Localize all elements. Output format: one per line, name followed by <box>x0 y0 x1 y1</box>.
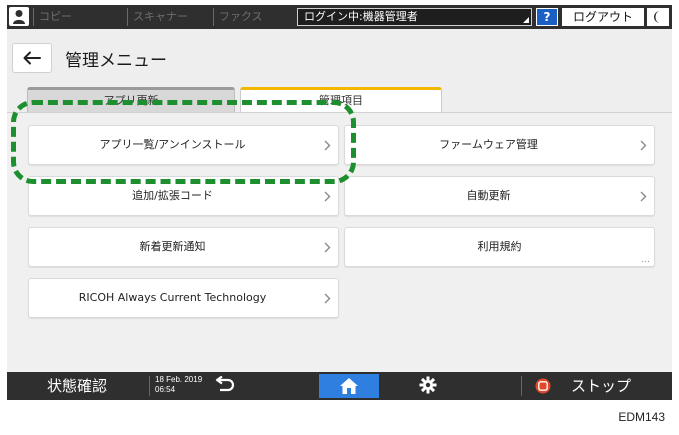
menu-content: アプリ一覧/アンインストール ファームウェア管理 追加/拡張コード 自動更新 新… <box>7 112 672 372</box>
reset-button[interactable] <box>214 375 244 396</box>
menu-item-label: RICOH Always Current Technology <box>78 291 267 304</box>
chevron-right-icon <box>640 140 647 151</box>
date-time: 18 Feb. 2019 06:54 <box>155 375 202 395</box>
settings-button[interactable] <box>419 376 443 396</box>
tab-management-items[interactable]: 管理項目 <box>240 87 442 113</box>
divider <box>521 376 522 396</box>
fax-function-tab[interactable]: ファクス <box>213 8 293 26</box>
chevron-right-icon <box>324 191 331 202</box>
menu-item-label: アプリ一覧/アンインストール <box>99 138 246 151</box>
menu-item-label: 新着更新通知 <box>139 240 206 253</box>
chevron-right-icon <box>324 242 331 253</box>
stop-button[interactable]: ストップ <box>529 374 669 398</box>
energy-saver-button[interactable] <box>647 8 669 26</box>
tab-app-update[interactable]: アプリ更新 <box>27 87 235 113</box>
corner-triangle-icon <box>523 17 529 23</box>
ricoh-act-item[interactable]: RICOH Always Current Technology <box>28 278 339 318</box>
page-title: 管理メニュー <box>65 51 167 71</box>
chevron-right-icon <box>640 191 647 202</box>
gear-icon <box>419 376 437 394</box>
bottom-bar: 状態確認 18 Feb. 2019 06:54 ストップ <box>7 372 672 400</box>
chevron-right-icon <box>324 293 331 304</box>
home-button[interactable] <box>319 374 379 398</box>
time-label: 06:54 <box>155 385 176 394</box>
menu-item-label: ファームウェア管理 <box>439 138 538 151</box>
moon-icon <box>654 11 660 23</box>
terms-of-use-item[interactable]: 利用規約 ... <box>344 227 655 267</box>
login-status-label: ログイン中:機器管理者 <box>304 10 418 23</box>
device-screen: コピー スキャナー ファクス ログイン中:機器管理者 ? ログアウト 管理メニュ… <box>7 5 672 400</box>
user-icon <box>13 10 25 24</box>
help-button[interactable]: ? <box>536 8 558 26</box>
auto-update-item[interactable]: 自動更新 <box>344 176 655 216</box>
undo-arrow-icon <box>215 375 235 392</box>
firmware-management-item[interactable]: ファームウェア管理 <box>344 125 655 165</box>
chevron-right-icon <box>324 140 331 151</box>
top-bar: コピー スキャナー ファクス ログイン中:機器管理者 ? ログアウト <box>7 5 672 29</box>
stop-icon <box>535 378 551 394</box>
home-icon <box>340 378 358 394</box>
figure-code: EDM143 <box>618 410 665 424</box>
additional-extension-code-item[interactable]: 追加/拡張コード <box>28 176 339 216</box>
menu-item-label: 利用規約 <box>477 240 522 253</box>
new-update-notification-item[interactable]: 新着更新通知 <box>28 227 339 267</box>
status-check-button[interactable]: 状態確認 <box>9 374 145 398</box>
app-list-uninstall-item[interactable]: アプリ一覧/アンインストール <box>28 125 339 165</box>
more-indicator: ... <box>641 255 650 265</box>
arrow-left-icon <box>23 51 41 65</box>
logout-button[interactable]: ログアウト <box>562 8 644 26</box>
header: 管理メニュー <box>7 29 672 77</box>
date-label: 18 Feb. 2019 <box>155 375 203 384</box>
copy-function-tab[interactable]: コピー <box>33 8 125 26</box>
back-button[interactable] <box>12 43 52 73</box>
menu-item-label: 自動更新 <box>466 189 511 202</box>
divider <box>149 376 150 396</box>
user-button[interactable] <box>9 7 29 26</box>
scanner-function-tab[interactable]: スキャナー <box>127 8 211 26</box>
menu-item-label: 追加/拡張コード <box>132 189 213 202</box>
login-status[interactable]: ログイン中:機器管理者 <box>297 8 532 26</box>
stop-label: ストップ <box>571 377 632 395</box>
